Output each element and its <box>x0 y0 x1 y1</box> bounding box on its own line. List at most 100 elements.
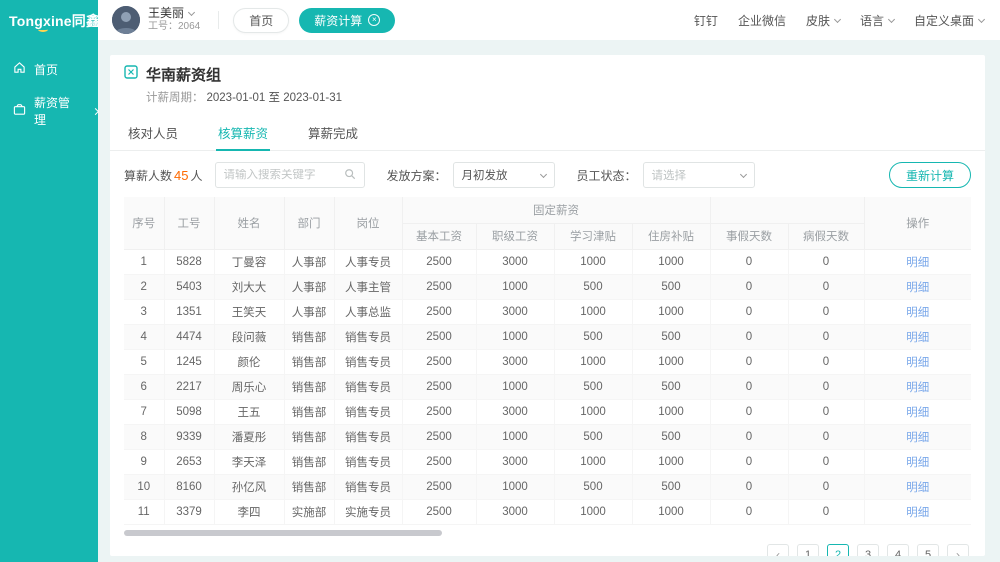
table-cell: 2 <box>124 274 164 299</box>
page-tabs: 核对人员 核算薪资 算薪完成 <box>110 113 985 151</box>
table-cell: 段问薇 <box>214 324 284 349</box>
wallet-icon <box>13 103 26 119</box>
table-cell: 销售部 <box>284 324 334 349</box>
table-cell: 孙亿风 <box>214 474 284 499</box>
detail-link[interactable]: 明细 <box>906 257 929 269</box>
table-cell: 0 <box>710 249 788 274</box>
table-cell: 0 <box>788 474 864 499</box>
pagination-page-button[interactable]: 1 <box>797 544 819 557</box>
table-cell: 2653 <box>164 449 214 474</box>
table-row: 31351王笑天人事部人事总监250030001000100000明细 <box>124 299 971 324</box>
table-cell: 1000 <box>476 274 554 299</box>
chevron-down-icon <box>739 170 746 177</box>
detail-link[interactable]: 明细 <box>906 507 929 519</box>
user-menu[interactable]: 王美丽 <box>148 6 200 21</box>
table-cell: 5403 <box>164 274 214 299</box>
detail-link[interactable]: 明细 <box>906 332 929 344</box>
tab-check-staff[interactable]: 核对人员 <box>126 113 180 150</box>
table-cell: 销售部 <box>284 374 334 399</box>
staff-count-number: 45 <box>174 168 188 183</box>
table-cell: 5098 <box>164 399 214 424</box>
search-input[interactable] <box>224 169 344 181</box>
topbar-tab-home[interactable]: 首页 <box>233 8 289 33</box>
action-cell: 明细 <box>864 249 971 274</box>
tab-calc-payroll[interactable]: 核算薪资 <box>216 113 270 150</box>
recalculate-button[interactable]: 重新计算 <box>889 162 971 188</box>
table-cell: 10 <box>124 474 164 499</box>
table-cell: 1 <box>124 249 164 274</box>
action-cell: 明细 <box>864 399 971 424</box>
table-cell: 潘夏彤 <box>214 424 284 449</box>
table-cell: 0 <box>788 274 864 299</box>
table-row: 51245颜伦销售部销售专员250030001000100000明细 <box>124 349 971 374</box>
detail-link[interactable]: 明细 <box>906 357 929 369</box>
table-cell: 2500 <box>402 399 476 424</box>
menu-custom-desktop[interactable]: 自定义桌面 <box>914 12 984 29</box>
logo-smile-icon <box>38 27 48 32</box>
menu-wecom[interactable]: 企业微信 <box>738 12 786 29</box>
table-cell: 0 <box>788 399 864 424</box>
table-cell: 1000 <box>554 399 632 424</box>
col-employee-id: 工号 <box>164 197 214 249</box>
table-row: 92653李天泽销售部销售专员250030001000100000明细 <box>124 449 971 474</box>
detail-link[interactable]: 明细 <box>906 407 929 419</box>
content: 华南薪资组 计薪周期：2023-01-01 至 2023-01-31 核对人员 … <box>98 40 1000 562</box>
table-row: 44474段问薇销售部销售专员2500100050050000明细 <box>124 324 971 349</box>
table-cell: 0 <box>710 399 788 424</box>
table-cell: 0 <box>710 349 788 374</box>
menu-dingtalk[interactable]: 钉钉 <box>694 12 718 29</box>
action-cell: 明细 <box>864 299 971 324</box>
action-cell: 明细 <box>864 449 971 474</box>
table-cell: 500 <box>554 374 632 399</box>
chevron-down-icon <box>539 170 546 177</box>
detail-link[interactable]: 明细 <box>906 482 929 494</box>
search-icon[interactable] <box>344 168 356 183</box>
table-cell: 1000 <box>476 324 554 349</box>
menu-language[interactable]: 语言 <box>860 12 894 29</box>
table-cell: 0 <box>788 299 864 324</box>
plan-select[interactable]: 月初发放 <box>453 162 555 188</box>
table-cell: 3379 <box>164 499 214 524</box>
tab-label: 首页 <box>249 12 273 29</box>
tab-calc-done[interactable]: 算薪完成 <box>306 113 360 150</box>
pagination-page-button[interactable]: 5 <box>917 544 939 557</box>
detail-link[interactable]: 明细 <box>906 282 929 294</box>
sidebar-item-payroll[interactable]: 薪资管理 <box>0 96 98 126</box>
detail-link[interactable]: 明细 <box>906 457 929 469</box>
table-cell: 刘大大 <box>214 274 284 299</box>
table-cell: 销售专员 <box>334 399 402 424</box>
close-icon[interactable]: × <box>368 14 380 26</box>
sidebar-item-home[interactable]: 首页 <box>0 54 98 84</box>
pagination-prev-button[interactable]: ‹ <box>767 544 789 557</box>
table-cell: 1351 <box>164 299 214 324</box>
table-cell: 2500 <box>402 349 476 374</box>
table-cell: 2500 <box>402 299 476 324</box>
table-cell: 0 <box>788 449 864 474</box>
detail-link[interactable]: 明细 <box>906 432 929 444</box>
pagination-page-button[interactable]: 4 <box>887 544 909 557</box>
pagination-next-button[interactable]: › <box>947 544 969 557</box>
table-cell: 1245 <box>164 349 214 374</box>
table-cell: 4 <box>124 324 164 349</box>
topbar-tab-payroll-calc[interactable]: 薪资计算 × <box>299 8 395 33</box>
table-cell: 0 <box>788 349 864 374</box>
avatar[interactable] <box>112 6 140 34</box>
table-row: 25403刘大大人事部人事主管2500100050050000明细 <box>124 274 971 299</box>
status-select[interactable]: 请选择 <box>643 162 755 188</box>
detail-link[interactable]: 明细 <box>906 382 929 394</box>
topbar-right-menu: 钉钉 企业微信 皮肤 语言 自定义桌面 <box>694 12 984 29</box>
table-cell: 1000 <box>476 424 554 449</box>
filter-toolbar: 算薪人数45人 发放方案： 月初发放 员工状态： 请选择 <box>110 151 985 197</box>
chevron-down-icon <box>888 15 895 22</box>
table-cell: 8160 <box>164 474 214 499</box>
menu-skin[interactable]: 皮肤 <box>806 12 840 29</box>
pagination-page-button[interactable]: 3 <box>857 544 879 557</box>
table-cell: 0 <box>710 449 788 474</box>
tab-label: 薪资计算 <box>314 12 362 29</box>
detail-link[interactable]: 明细 <box>906 307 929 319</box>
pagination-page-button[interactable]: 2 <box>827 544 849 557</box>
topbar: 王美丽 工号：2064 首页 薪资计算 × 钉钉 企业微信 皮肤 语言 自定义桌… <box>98 0 1000 40</box>
table-cell: 王五 <box>214 399 284 424</box>
table-cell: 2500 <box>402 249 476 274</box>
table-cell: 0 <box>788 499 864 524</box>
